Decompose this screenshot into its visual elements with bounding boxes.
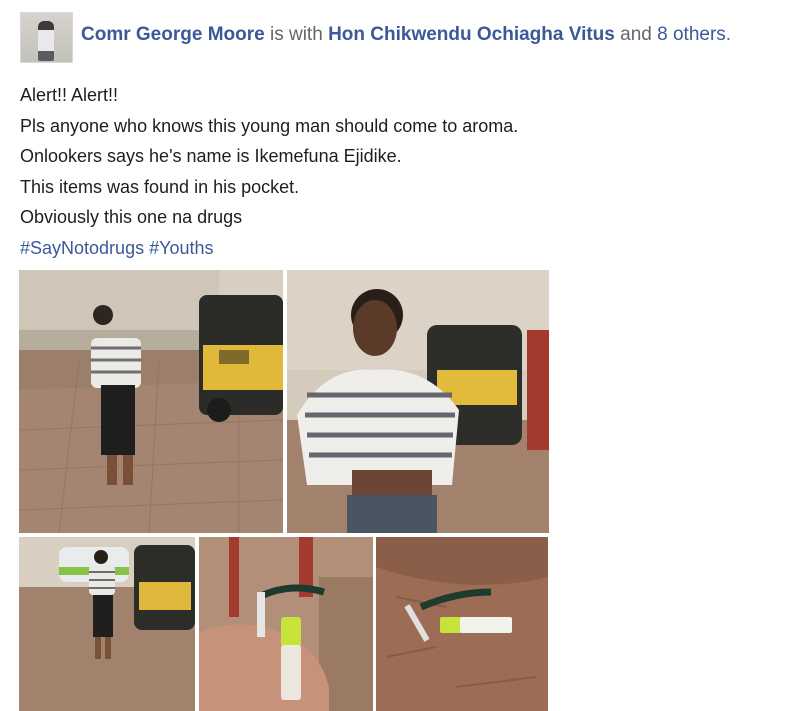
photo-items-in-hand[interactable] [199, 537, 373, 711]
hashtag-link[interactable]: #Youths [149, 238, 213, 258]
post-line: Pls anyone who knows this young man shou… [20, 115, 519, 136]
period: . [725, 24, 732, 45]
post-body: Alert!! Alert!! Pls anyone who knows thi… [20, 80, 518, 263]
tagged-person-link[interactable]: Hon Chikwendu Ochiagha Vitus [328, 24, 615, 45]
post-header-line: Comr George Moore is with Hon Chikwendu … [81, 23, 731, 47]
author-name-link[interactable]: Comr George Moore [81, 24, 265, 45]
others-link[interactable]: 8 others [657, 24, 726, 45]
hashtags-line: #SayNotodrugs #Youths [20, 233, 518, 264]
author-avatar[interactable] [20, 11, 73, 63]
post-line: Obviously this one na drugs [20, 207, 243, 227]
post-header: Comr George Moore is with Hon Chikwendu … [20, 11, 731, 63]
post-line: Onlookers says he's name is Ikemefuna Ej… [20, 146, 402, 166]
facebook-post: Comr George Moore is with Hon Chikwendu … [0, 0, 787, 711]
photo-man-standing-tricycle[interactable] [19, 270, 283, 533]
post-line: Alert!! Alert!! [20, 85, 119, 105]
photo-man-closeup[interactable] [287, 270, 549, 533]
and-text: and [620, 24, 652, 45]
hashtag-link[interactable]: #SayNotodrugs [20, 238, 144, 258]
post-line: This items was found in his pocket. [20, 176, 300, 197]
is-with-text: is with [269, 24, 323, 45]
photo-items-on-ground[interactable] [376, 537, 548, 711]
photo-man-street[interactable] [19, 537, 195, 711]
